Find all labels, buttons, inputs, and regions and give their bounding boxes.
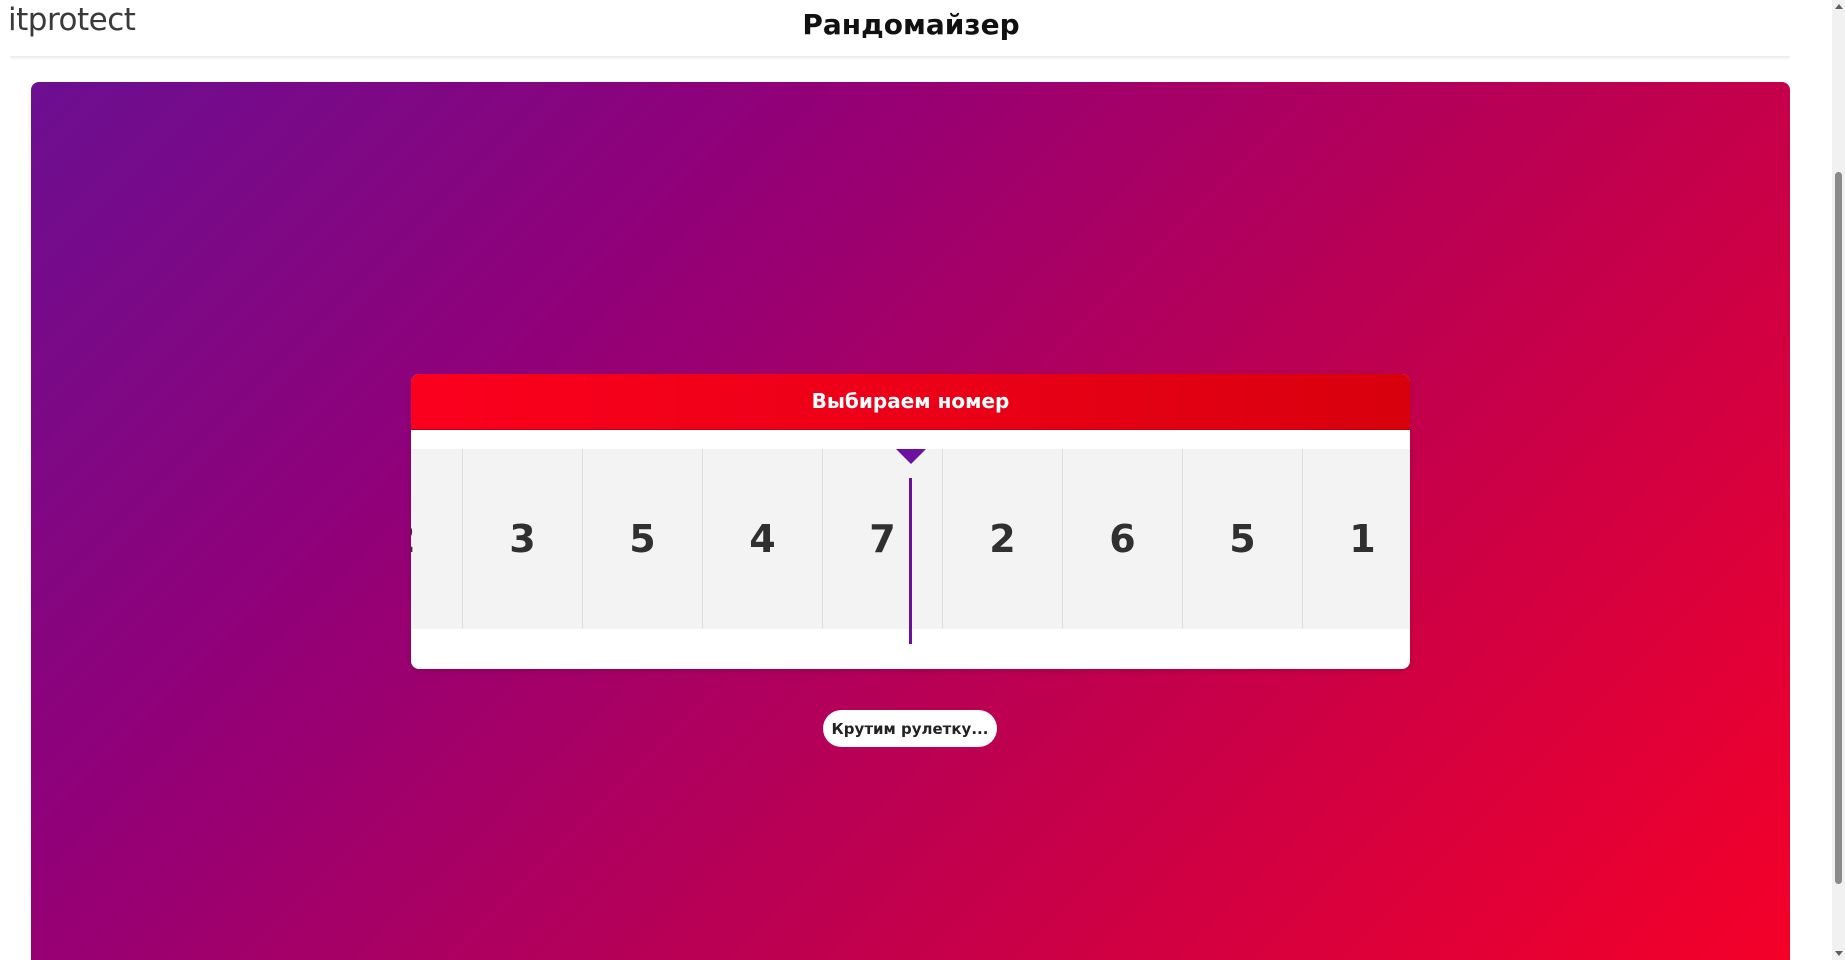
roulette-cell: 4 — [703, 449, 823, 629]
roulette-cell: 2 — [411, 449, 463, 629]
roulette-cell: 5 — [583, 449, 703, 629]
page-title: Рандомайзер — [802, 8, 1020, 41]
scroll-up-icon[interactable] — [1835, 4, 1843, 9]
roulette-cell: 7 — [823, 449, 943, 629]
pointer-arrow-icon — [896, 449, 926, 464]
roulette-card-title: Выбираем номер — [411, 374, 1410, 430]
roulette-cell: 1 — [1303, 449, 1410, 629]
vertical-scrollbar[interactable] — [1832, 0, 1845, 960]
spin-roulette-button[interactable]: Крутим рулетку... — [823, 710, 997, 747]
header-divider — [10, 56, 1790, 60]
roulette-cell: 6 — [1063, 449, 1183, 629]
scrollbar-thumb[interactable] — [1835, 172, 1842, 884]
roulette-cell: 5 — [1183, 449, 1303, 629]
roulette-card: Выбираем номер 2 3 5 4 7 2 6 5 1 3 — [411, 374, 1410, 669]
header: itprotect Рандомайзер — [0, 0, 1832, 57]
roulette-cell: 3 — [463, 449, 583, 629]
pointer-line — [909, 478, 912, 644]
roulette-cell: 2 — [943, 449, 1063, 629]
randomizer-page: itprotect Рандомайзер Выбираем номер 2 3… — [0, 0, 1845, 960]
scroll-down-icon[interactable] — [1835, 951, 1843, 956]
